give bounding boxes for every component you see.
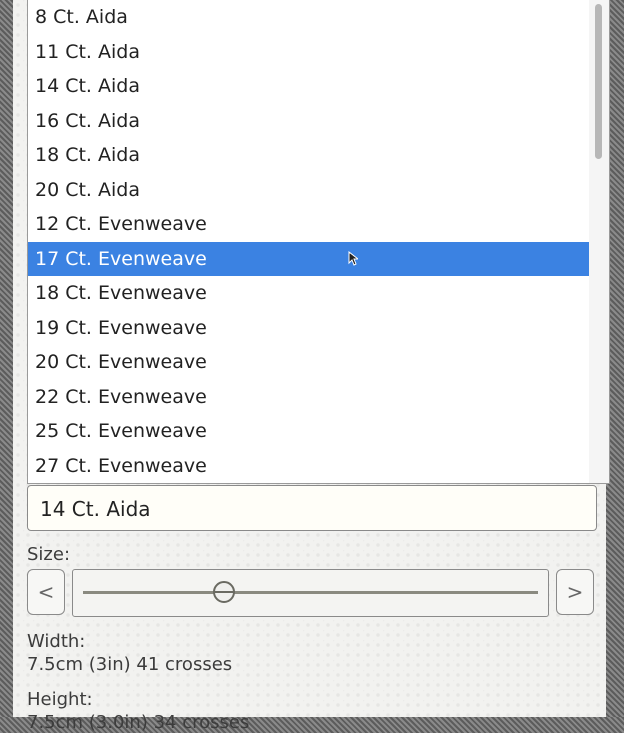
- fabric-list-item[interactable]: 8 Ct. Aida: [28, 0, 589, 35]
- fabric-list-item[interactable]: 12 Ct. Evenweave: [28, 207, 589, 242]
- fabric-list-item[interactable]: 25 Ct. Evenweave: [28, 414, 589, 449]
- fabric-list-item[interactable]: 14 Ct. Aida: [28, 69, 589, 104]
- width-label: Width:: [27, 631, 86, 652]
- fabric-list-item[interactable]: 18 Ct. Aida: [28, 138, 589, 173]
- fabric-list-item[interactable]: 20 Ct. Evenweave: [28, 345, 589, 380]
- mouse-pointer-icon: [348, 251, 358, 266]
- fabric-settings-panel: 8 Ct. Aida 11 Ct. Aida 14 Ct. Aida 16 Ct. A…: [13, 0, 610, 733]
- fabric-list-item[interactable]: 18 Ct. Evenweave: [28, 276, 589, 311]
- slider-track: [83, 591, 538, 594]
- selected-fabric-field[interactable]: 14 Ct. Aida: [27, 485, 597, 531]
- list-scrollbar[interactable]: [589, 0, 609, 483]
- slider-thumb[interactable]: [212, 581, 235, 603]
- height-value: 7.5cm (3.0in) 34 crosses: [27, 712, 250, 733]
- fabric-list-item[interactable]: 16 Ct. Aida: [28, 104, 589, 139]
- fabric-listbox[interactable]: 8 Ct. Aida 11 Ct. Aida 14 Ct. Aida 16 Ct. A…: [27, 0, 610, 484]
- size-decrease-button[interactable]: <: [27, 569, 65, 615]
- list-scrollbar-thumb[interactable]: [595, 4, 602, 159]
- size-slider[interactable]: [72, 569, 549, 617]
- fabric-list-item[interactable]: 27 Ct. Evenweave: [28, 449, 589, 484]
- height-label: Height:: [27, 689, 93, 710]
- width-value: 7.5cm (3in) 41 crosses: [27, 654, 233, 675]
- size-increase-button[interactable]: >: [556, 569, 594, 615]
- fabric-list-item[interactable]: 19 Ct. Evenweave: [28, 311, 589, 346]
- fabric-list-item[interactable]: 22 Ct. Evenweave: [28, 380, 589, 415]
- fabric-list-item[interactable]: 17 Ct. Evenweave: [28, 241, 589, 276]
- size-label: Size:: [27, 544, 71, 565]
- fabric-list-item[interactable]: 20 Ct. Aida: [28, 173, 589, 208]
- fabric-list-item[interactable]: 11 Ct. Aida: [28, 35, 589, 70]
